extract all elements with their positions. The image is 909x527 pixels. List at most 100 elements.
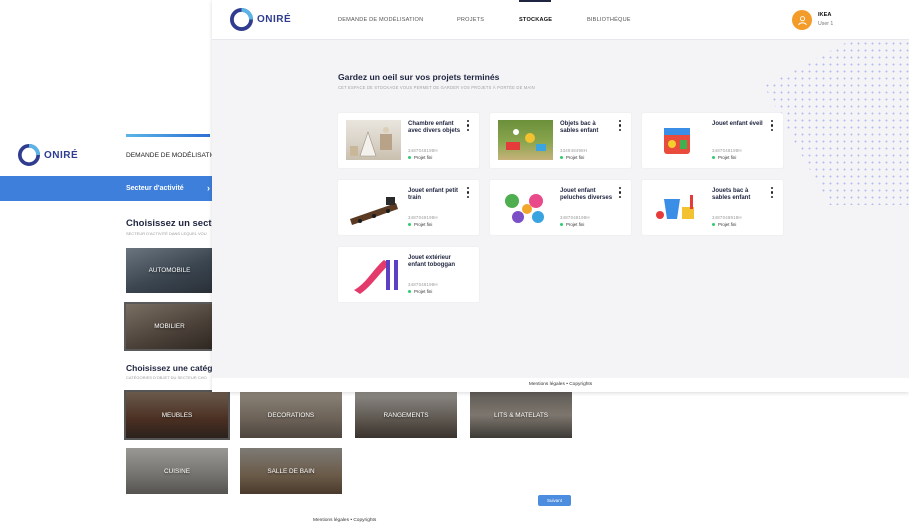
status-dot bbox=[560, 223, 563, 226]
project-thumbnail bbox=[498, 120, 553, 160]
nav-stockage[interactable]: STOCKAGE bbox=[519, 17, 552, 23]
back-logo[interactable]: ONIRÉ bbox=[18, 144, 78, 166]
project-code: 3487049198H bbox=[408, 215, 438, 220]
user-icon bbox=[797, 15, 807, 25]
project-card[interactable]: Objets bac à sables enfant 334948498H Pr… bbox=[490, 113, 631, 168]
project-name: Jouet enfant petit train bbox=[408, 188, 459, 201]
logo[interactable]: ONIRÉ bbox=[230, 8, 291, 31]
project-name: Jouets bac à sables enfant bbox=[712, 188, 751, 201]
project-card[interactable]: Chambre enfant avec divers objets 348704… bbox=[338, 113, 479, 168]
sector-tab-label: Secteur d'activité bbox=[126, 185, 184, 192]
activity-cube-image bbox=[664, 128, 690, 154]
toboggan-image bbox=[354, 260, 398, 294]
category-tile-cuisine[interactable]: CUISINE bbox=[126, 448, 228, 494]
status-dot bbox=[408, 290, 411, 293]
project-card[interactable]: Jouets bac à sables enfant 3487048918H P… bbox=[642, 180, 783, 235]
status-label: Projet fini bbox=[718, 155, 737, 160]
kebab-menu-icon[interactable] bbox=[619, 187, 622, 199]
project-name: Jouet enfant éveil bbox=[712, 121, 763, 127]
status-dot bbox=[712, 223, 715, 226]
category-subheading: CATÉGORIES D'OBJET DU SECTEUR CHO bbox=[126, 375, 207, 380]
category-tile-label: RANGEMENTS bbox=[383, 411, 429, 419]
project-code: 334948498H bbox=[560, 148, 588, 153]
front-footer[interactable]: Mentions légales • Copyrights bbox=[212, 378, 909, 392]
project-code: 3487048918H bbox=[712, 215, 742, 220]
status-dot bbox=[408, 156, 411, 159]
project-thumbnail bbox=[346, 187, 401, 227]
project-name: Jouet enfant peluches diverses bbox=[560, 188, 613, 201]
project-status: Projet fini bbox=[712, 155, 736, 160]
project-thumbnail bbox=[346, 254, 401, 294]
nav-demande-modelisation[interactable]: DEMANDE DE MODÉLISATION bbox=[338, 17, 423, 23]
back-nav-item[interactable]: DEMANDE DE MODÉLISATION bbox=[126, 152, 221, 159]
page-title: Gardez un oeil sur vos projets terminés bbox=[338, 72, 500, 82]
avatar[interactable] bbox=[792, 10, 812, 30]
kebab-menu-icon[interactable] bbox=[619, 120, 622, 132]
brand-name: ONIRÉ bbox=[44, 149, 79, 161]
toy-train-image bbox=[350, 197, 398, 225]
status-label: Projet fini bbox=[414, 155, 433, 160]
project-card[interactable]: Jouet enfant petit train 3487049198H Pro… bbox=[338, 180, 479, 235]
category-tile-label: LITS & MATELATS bbox=[493, 411, 549, 419]
sector-tile-automobile[interactable]: AUTOMOBILE bbox=[126, 248, 213, 293]
project-name: Chambre enfant avec divers objets bbox=[408, 121, 461, 134]
project-name: Objets bac à sables enfant bbox=[560, 121, 599, 134]
sandbox-toys-image bbox=[506, 129, 546, 151]
category-heading: Choisissez une catég bbox=[126, 363, 213, 373]
project-status: Projet fini bbox=[408, 155, 432, 160]
project-name: Jouet extérieur enfant toboggan bbox=[408, 255, 455, 268]
status-label: Projet fini bbox=[718, 222, 737, 227]
back-footer[interactable]: Mentions légales • Copyrights bbox=[313, 518, 376, 523]
project-card[interactable]: Jouet extérieur enfant toboggan 34870481… bbox=[338, 247, 479, 302]
status-label: Projet fini bbox=[566, 222, 585, 227]
sand-toys-image bbox=[656, 195, 694, 219]
chevron-right-icon: › bbox=[207, 183, 210, 193]
project-thumbnail bbox=[650, 120, 705, 160]
status-dot bbox=[408, 223, 411, 226]
kebab-menu-icon[interactable] bbox=[771, 187, 774, 199]
project-status: Projet fini bbox=[560, 155, 584, 160]
project-thumbnail bbox=[650, 187, 705, 227]
top-header: ONIRÉ DEMANDE DE MODÉLISATION PROJETS ST… bbox=[212, 0, 909, 40]
sector-tile-label: AUTOMOBILE bbox=[148, 267, 191, 274]
back-nav-indicator bbox=[126, 134, 210, 137]
status-label: Projet fini bbox=[414, 289, 433, 294]
plush-toys-image bbox=[505, 194, 544, 223]
project-code: 3487048198H bbox=[408, 282, 438, 287]
next-button[interactable]: Suivant bbox=[538, 495, 571, 506]
onire-logo-icon bbox=[230, 8, 253, 31]
kebab-menu-icon[interactable] bbox=[467, 120, 470, 132]
nav-bibliotheque[interactable]: BIBLIOTHÉQUE bbox=[587, 17, 631, 23]
decorative-dot-pattern bbox=[764, 40, 909, 205]
project-status: Projet fini bbox=[408, 289, 432, 294]
project-status: Projet fini bbox=[408, 222, 432, 227]
category-tile-label: CUISINE bbox=[164, 467, 190, 475]
kebab-menu-icon[interactable] bbox=[467, 187, 470, 199]
category-tile-salle-de-bain[interactable]: SALLE DE BAIN bbox=[240, 448, 342, 494]
project-thumbnail bbox=[498, 187, 553, 227]
category-tile-decorations[interactable]: DECORATIONS bbox=[240, 392, 342, 438]
project-code: 3487048198H bbox=[408, 148, 438, 153]
category-tile-label: DECORATIONS bbox=[267, 411, 315, 419]
kebab-menu-icon[interactable] bbox=[771, 120, 774, 132]
kids-room-image bbox=[350, 127, 392, 157]
status-label: Projet fini bbox=[414, 222, 433, 227]
project-card[interactable]: Jouet enfant éveil 3487048198H Projet fi… bbox=[642, 113, 783, 168]
front-window: ONIRÉ DEMANDE DE MODÉLISATION PROJETS ST… bbox=[212, 0, 909, 392]
category-tile-rangements[interactable]: RANGEMENTS bbox=[355, 392, 457, 438]
category-tile-meubles[interactable]: MEUBLES bbox=[124, 390, 230, 440]
project-card[interactable]: Jouet enfant peluches diverses 348704819… bbox=[490, 180, 631, 235]
sector-tile-mobilier[interactable]: MOBILIER bbox=[124, 302, 215, 351]
status-dot bbox=[712, 156, 715, 159]
brand-name: ONIRÉ bbox=[257, 14, 292, 25]
user-role: User 1 bbox=[818, 21, 834, 27]
project-code: 3487048198H bbox=[560, 215, 590, 220]
project-thumbnail bbox=[346, 120, 401, 160]
sector-subheading: SECTEUR D'ACTIVITÉ DANS LEQUEL VOU bbox=[126, 231, 207, 236]
category-tile-lits-matelats[interactable]: LITS & MATELATS bbox=[470, 392, 572, 438]
project-status: Projet fini bbox=[560, 222, 584, 227]
onire-logo-icon bbox=[18, 144, 40, 166]
nav-projets[interactable]: PROJETS bbox=[457, 17, 484, 23]
sector-tab[interactable]: Secteur d'activité › bbox=[0, 176, 214, 201]
project-status: Projet fini bbox=[712, 222, 736, 227]
